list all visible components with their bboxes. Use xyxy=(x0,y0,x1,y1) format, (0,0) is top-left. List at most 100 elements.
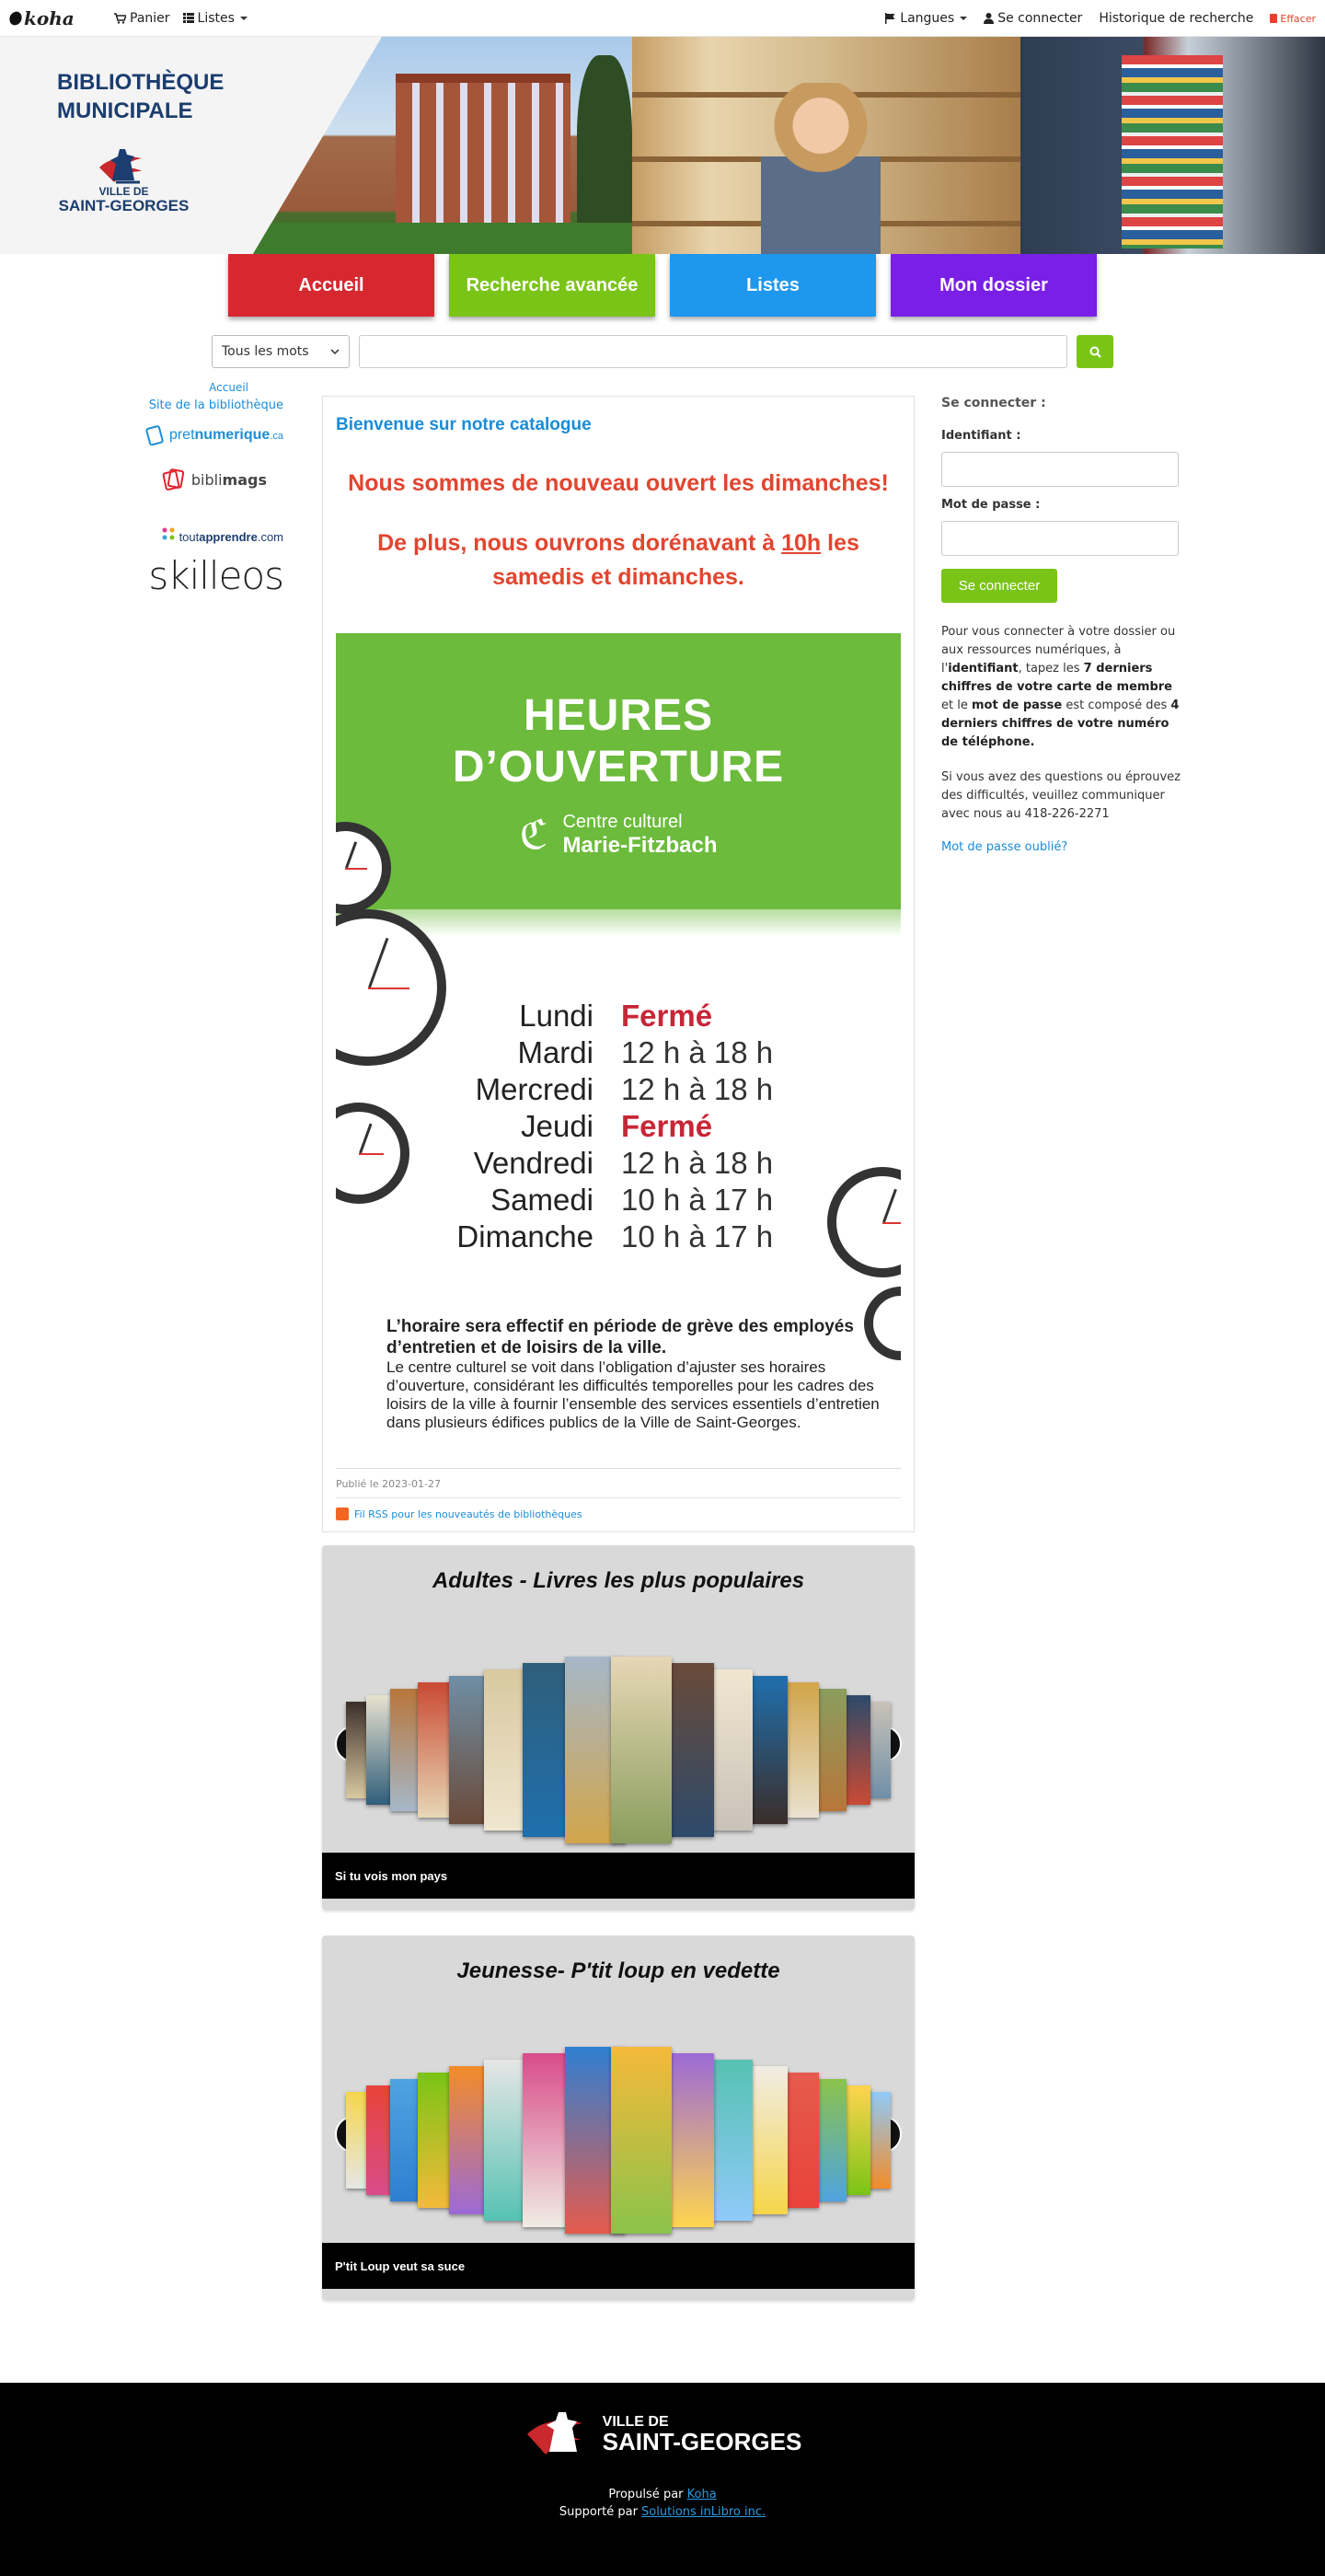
login-panel: Se connecter : Identifiant : Mot de pass… xyxy=(941,396,1182,854)
dots-icon xyxy=(162,527,175,540)
left-sidebar: Accueil Site de la bibliothèque pretnume… xyxy=(145,381,284,595)
hours-table: Lundi Fermé Mardi 12 h à 18 h Mercredi 12 h… xyxy=(336,998,901,1255)
password-field[interactable] xyxy=(941,521,1179,556)
help-text: est composé des xyxy=(1062,699,1171,712)
toutapprendre-text-b: apprendre xyxy=(199,530,258,544)
toutapprendre-link[interactable]: toutapprendre.com xyxy=(145,501,283,544)
search-scope-value: Tous les mots xyxy=(222,344,309,359)
menu-my-account-button[interactable]: Mon dossier xyxy=(891,254,1097,317)
poster-note-text: Le centre culturel se voit dans l’obliga… xyxy=(386,1358,880,1431)
knight-emblem-icon xyxy=(98,149,142,184)
pretnumerique-text-c: .ca xyxy=(270,431,283,442)
carousel-caption[interactable]: P'tit Loup veut sa suce xyxy=(322,2243,915,2289)
inlibro-link[interactable]: Solutions inLibro inc. xyxy=(641,2505,766,2519)
published-date: Publié le 2023-01-27 xyxy=(336,1478,901,1498)
help-text-bold: identifiant xyxy=(948,662,1019,676)
footer: VILLE DE SAINT-GEORGES Propulsé par Koha… xyxy=(0,2383,1325,2576)
breadcrumb[interactable]: Accueil xyxy=(145,381,248,394)
supported-by-text: Supporté par xyxy=(559,2505,642,2519)
hours-day: Jeudi xyxy=(521,1109,593,1143)
menu-advanced-search-button[interactable]: Recherche avancée xyxy=(449,254,655,317)
koha-logo-text: koha xyxy=(24,6,75,29)
header-banner: BIBLIOTHÈQUE MUNICIPALE VILLE DE SAINT-G… xyxy=(0,37,1325,254)
login-link[interactable]: Se connecter xyxy=(984,11,1082,26)
hours-day: Samedi xyxy=(490,1183,593,1217)
footer-city-big: SAINT-GEORGES xyxy=(602,2428,802,2455)
koha-leaf-icon xyxy=(7,9,24,27)
news-title: Bienvenue sur notre catalogue xyxy=(336,415,592,434)
search-button[interactable] xyxy=(1077,335,1113,368)
menu-lists-button[interactable]: Listes xyxy=(670,254,876,317)
languages-label: Langues xyxy=(900,11,955,26)
powered-by: Propulsé par Koha xyxy=(0,2486,1325,2503)
menu-home-button[interactable]: Accueil xyxy=(228,254,434,317)
chevron-down-icon xyxy=(330,349,340,354)
centre-name-line1: Centre culturel xyxy=(562,812,683,832)
hours-value: Fermé xyxy=(621,1109,713,1143)
poster-heading-2: D’OUVERTURE xyxy=(452,743,785,791)
carousel-caption[interactable]: Si tu vois mon pays xyxy=(322,1853,915,1899)
lists-dropdown[interactable]: Listes xyxy=(182,10,248,26)
banner-brand[interactable]: BIBLIOTHÈQUE MUNICIPALE VILLE DE SAINT-G… xyxy=(0,37,253,254)
hours-value: 12 h à 18 h xyxy=(621,1072,774,1106)
knight-emblem-icon xyxy=(526,2412,582,2455)
languages-dropdown[interactable]: Langues xyxy=(885,11,968,26)
city-label-big: SAINT-GEORGES xyxy=(58,197,190,214)
book-covers-row xyxy=(346,2020,891,2259)
lists-label: Listes xyxy=(197,10,235,26)
hours-value: 12 h à 18 h xyxy=(621,1035,774,1069)
trash-icon xyxy=(1270,14,1278,23)
contact-text: Si vous avez des questions ou éprouvez d… xyxy=(941,770,1181,821)
skilleos-link[interactable]: skilleos xyxy=(145,553,284,595)
search-icon xyxy=(1089,346,1101,358)
hours-day: Mardi xyxy=(517,1035,593,1069)
book-cover[interactable] xyxy=(611,1656,672,1843)
login-button[interactable]: Se connecter xyxy=(941,569,1057,603)
poster-note: L’horaire sera effectif en période de gr… xyxy=(386,1316,882,1432)
hours-value: 10 h à 17 h xyxy=(621,1219,774,1253)
hours-day: Vendredi xyxy=(473,1146,593,1180)
search-bar: Tous les mots xyxy=(0,335,1325,368)
opening-hours-poster: HEURES D’OUVERTURE ℭ Centre culturel Mar… xyxy=(336,633,901,1469)
koha-link[interactable]: Koha xyxy=(687,2488,717,2501)
username-field[interactable] xyxy=(941,452,1179,487)
password-label: Mot de passe : xyxy=(941,498,1041,512)
login-help-text: Pour vous connecter à votre dossier ou a… xyxy=(941,623,1182,752)
book-covers-row xyxy=(346,1630,891,1869)
hours-row: Lundi Fermé xyxy=(336,998,901,1034)
hours-row: Dimanche 10 h à 17 h xyxy=(336,1219,901,1255)
toutapprendre-text-c: .com xyxy=(257,530,283,544)
login-label: Se connecter xyxy=(997,11,1083,26)
library-site-link[interactable]: Site de la bibliothèque xyxy=(145,399,283,412)
poster-heading-1: HEURES xyxy=(523,691,714,740)
poster-header: HEURES D’OUVERTURE ℭ Centre culturel Mar… xyxy=(336,633,901,937)
hours-row: Jeudi Fermé xyxy=(336,1108,901,1145)
centre-culturel-logo: ℭ Centre culturel Marie-Fitzbach xyxy=(336,812,901,859)
carousel-title: Adultes - Livres les plus populaires xyxy=(432,1568,805,1593)
biblimags-link[interactable]: biblimags xyxy=(145,455,283,491)
rss-label: Fil RSS pour les nouveautés de bibliothè… xyxy=(354,1507,582,1520)
child-reading-photo xyxy=(632,37,1020,254)
news-message-sundays: Nous sommes de nouveau ouvert les dimanc… xyxy=(348,470,889,496)
hours-value: 10 h à 17 h xyxy=(621,1183,774,1217)
news-message-hours: De plus, nous ouvrons dorénavant à 10h l… xyxy=(336,526,901,595)
search-history-link[interactable]: Historique de recherche xyxy=(1099,11,1253,26)
pretnumerique-link[interactable]: pretnumerique.ca xyxy=(145,425,283,445)
supported-by: Supporté par Solutions inLibro inc. xyxy=(0,2503,1325,2521)
clear-history-link[interactable]: Effacer xyxy=(1270,13,1316,25)
forgot-password-link[interactable]: Mot de passe oublié? xyxy=(941,840,1182,854)
main-menu: Accueil Recherche avancée Listes Mon dos… xyxy=(0,254,1325,317)
biblimags-text-b: mags xyxy=(222,470,267,489)
footer-city-logo[interactable]: VILLE DE SAINT-GEORGES xyxy=(524,2407,802,2462)
rss-link[interactable]: Fil RSS pour les nouveautés de bibliothè… xyxy=(336,1507,901,1520)
hours-value: 12 h à 18 h xyxy=(621,1146,774,1180)
search-scope-select[interactable]: Tous les mots xyxy=(212,335,350,368)
cart-link[interactable]: Panier xyxy=(114,11,170,26)
koha-logo[interactable]: koha xyxy=(7,6,101,29)
book-cover[interactable] xyxy=(611,2046,672,2234)
cart-label: Panier xyxy=(130,10,170,26)
hours-row: Mardi 12 h à 18 h xyxy=(336,1034,901,1071)
search-input[interactable] xyxy=(359,335,1067,368)
help-text: , tapez les xyxy=(1018,662,1084,676)
hours-day: Mercredi xyxy=(475,1072,593,1106)
